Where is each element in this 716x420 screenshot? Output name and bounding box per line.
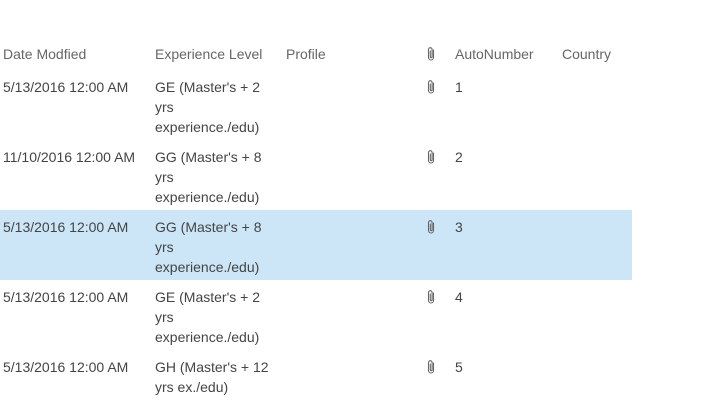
date-modified-cell: 5/13/2016 12:00 AM (3, 359, 129, 375)
attachment-cell[interactable] (425, 77, 445, 102)
attachment-cell[interactable] (425, 287, 445, 312)
experience-level-cell: GG (Master's + 8 yrs experience./edu) (155, 149, 262, 205)
autonumber-cell: 2 (455, 149, 463, 165)
experience-level-cell: GG (Master's + 8 yrs experience./edu) (155, 219, 262, 275)
column-header-row: Date Modfied Experience Level Profile Au… (0, 0, 632, 70)
attachment-cell[interactable] (425, 357, 445, 382)
column-header-country[interactable]: Country (562, 44, 632, 64)
date-modified-cell: 11/10/2016 12:00 AM (3, 149, 136, 165)
list-item-3[interactable]: 5/13/2016 12:00 AM GG (Master's + 8 yrs … (0, 210, 632, 280)
paperclip-icon (425, 147, 439, 167)
list-item-2[interactable]: 11/10/2016 12:00 AM GG (Master's + 8 yrs… (0, 140, 632, 210)
autonumber-cell: 1 (455, 79, 463, 95)
autonumber-cell: 4 (455, 289, 463, 305)
list-view: Date Modfied Experience Level Profile Au… (0, 0, 632, 420)
attachment-cell[interactable] (425, 217, 445, 242)
list-item-5[interactable]: 5/13/2016 12:00 AM GH (Master's + 12 yrs… (0, 350, 632, 420)
paperclip-icon (425, 357, 439, 377)
column-header-attachments[interactable] (425, 44, 445, 69)
date-modified-cell: 5/13/2016 12:00 AM (3, 289, 129, 305)
paperclip-icon (425, 217, 439, 237)
paperclip-icon (425, 77, 439, 97)
column-header-profile[interactable]: Profile (286, 44, 416, 64)
date-modified-cell: 5/13/2016 12:00 AM (3, 79, 129, 95)
experience-level-cell: GH (Master's + 12 yrs ex./edu) (155, 359, 269, 395)
attachment-cell[interactable] (425, 147, 445, 172)
autonumber-cell: 5 (455, 359, 463, 375)
list-rows: 5/13/2016 12:00 AM GE (Master's + 2 yrs … (0, 70, 632, 420)
experience-level-cell: GE (Master's + 2 yrs experience./edu) (155, 289, 260, 345)
column-header-date-modified[interactable]: Date Modfied (3, 44, 153, 64)
list-item-1[interactable]: 5/13/2016 12:00 AM GE (Master's + 2 yrs … (0, 70, 632, 140)
autonumber-cell: 3 (455, 219, 463, 235)
paperclip-icon (425, 44, 439, 64)
paperclip-icon (425, 287, 439, 307)
column-header-experience-level[interactable]: Experience Level (155, 44, 277, 64)
experience-level-cell: GE (Master's + 2 yrs experience./edu) (155, 79, 260, 135)
column-header-autonumber[interactable]: AutoNumber (455, 44, 555, 64)
date-modified-cell: 5/13/2016 12:00 AM (3, 219, 129, 235)
list-item-4[interactable]: 5/13/2016 12:00 AM GE (Master's + 2 yrs … (0, 280, 632, 350)
